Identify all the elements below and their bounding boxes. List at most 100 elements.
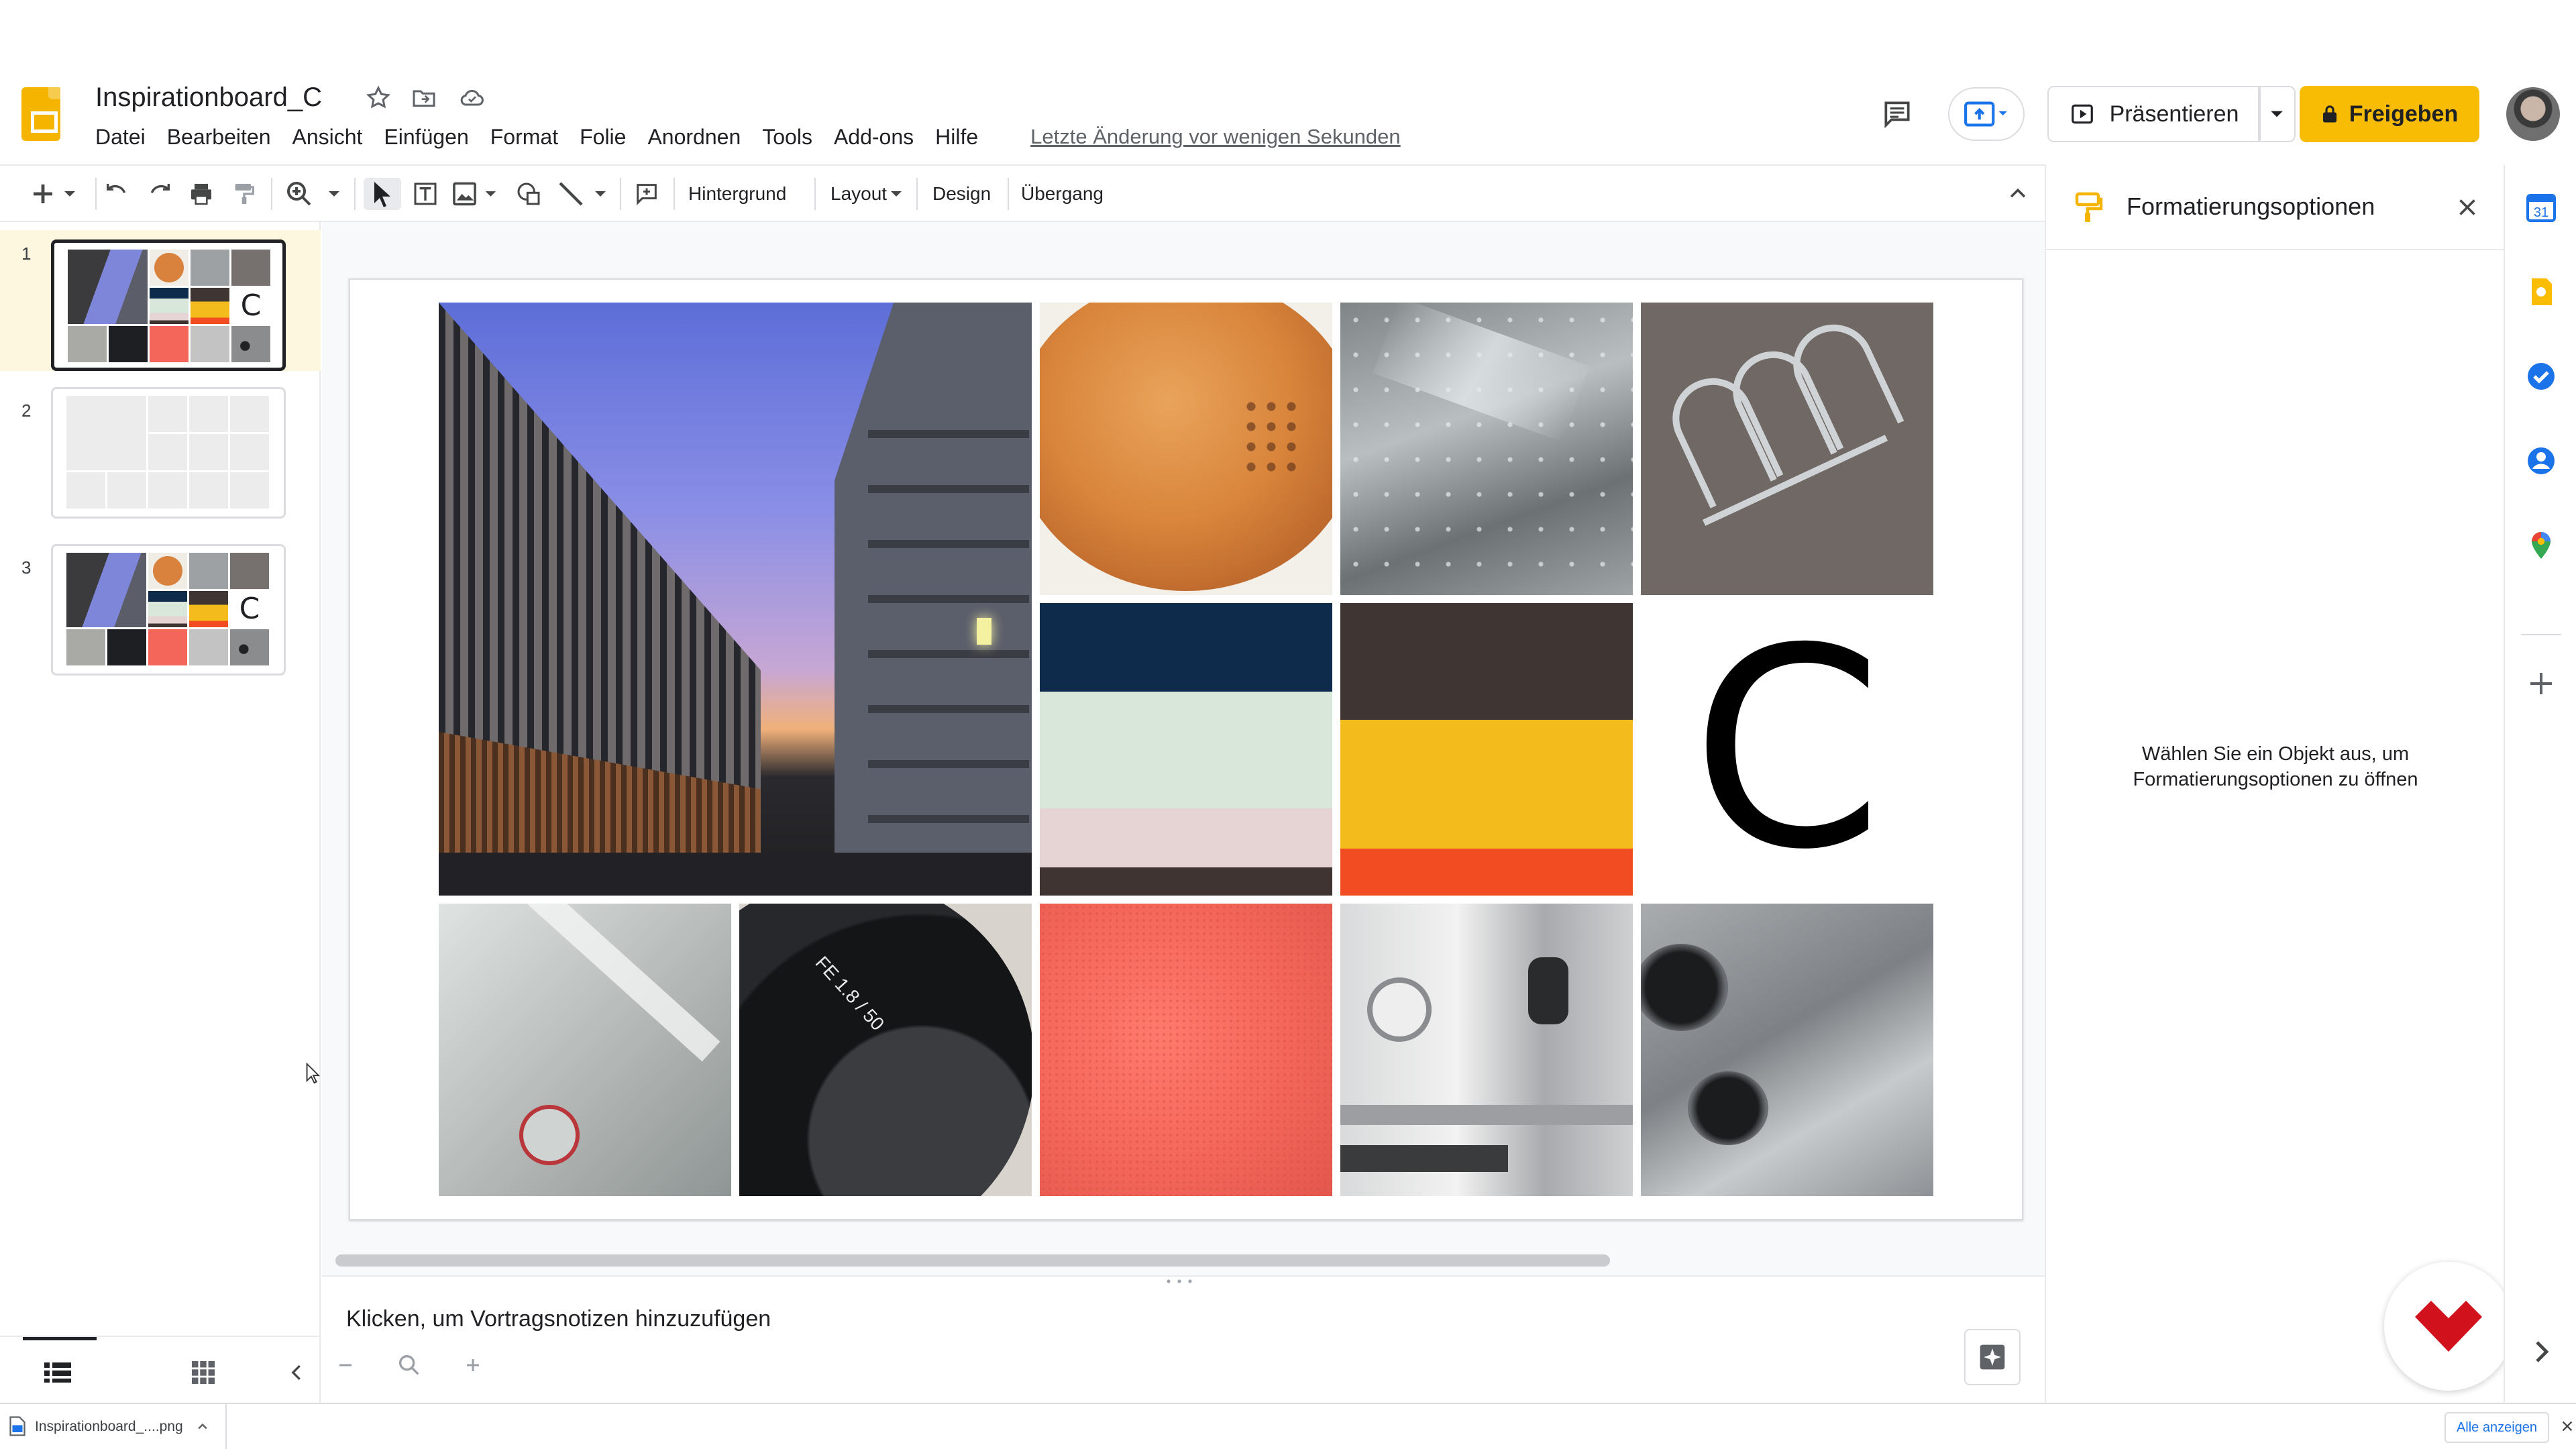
design-button[interactable]: Design	[932, 178, 991, 210]
last-edit-link[interactable]: Letzte Änderung vor wenigen Sekunden	[1030, 125, 1401, 149]
menu-einfuegen[interactable]: Einfügen	[384, 125, 468, 150]
menu-datei[interactable]: Datei	[95, 125, 146, 150]
explore-button[interactable]	[1964, 1329, 2021, 1385]
present-options-dropdown[interactable]	[2258, 86, 2296, 142]
layout-button[interactable]: Layout	[830, 178, 903, 210]
horizontal-scrollbar[interactable]	[335, 1254, 1610, 1267]
share-button[interactable]: Freigeben	[2300, 86, 2479, 142]
zoom-magnifier-icon[interactable]	[396, 1352, 423, 1379]
photo-acrylic-part[interactable]	[439, 904, 731, 1196]
keep-notes-icon[interactable]	[2525, 276, 2557, 308]
menu-ansicht[interactable]: Ansicht	[292, 125, 362, 150]
photo-red-foam[interactable]	[1040, 904, 1332, 1196]
photo-metal-plate[interactable]	[1641, 904, 1933, 1196]
letter-tile[interactable]: C	[1641, 603, 1933, 896]
thumbnail-collage: C	[68, 250, 272, 362]
plus-icon	[34, 184, 75, 203]
photo-bike-rack[interactable]	[1641, 303, 1933, 595]
tasks-icon[interactable]	[2525, 360, 2557, 392]
comment-history-button[interactable]	[1877, 94, 1917, 134]
new-slide-button[interactable]	[24, 178, 89, 210]
slide-thumbnail-2[interactable]	[51, 387, 286, 519]
chevron-up-icon[interactable]	[196, 1420, 209, 1434]
slide-thumbnail-row-1[interactable]: 1 C	[0, 230, 321, 371]
grid-view-icon[interactable]	[192, 1361, 215, 1384]
palette-swatch	[1340, 849, 1633, 896]
photo-coffee-crema[interactable]	[1040, 303, 1332, 595]
photo-building-street[interactable]	[439, 303, 1032, 896]
slides-logo-icon[interactable]	[21, 87, 60, 141]
expand-rail-chevron-icon[interactable]	[2525, 1336, 2557, 1368]
menu-add-ons[interactable]: Add-ons	[834, 125, 914, 150]
cloud-saved-icon[interactable]	[459, 85, 486, 111]
add-comment-button[interactable]	[628, 178, 665, 210]
present-button[interactable]: Präsentieren	[2047, 86, 2261, 142]
menu-bearbeiten[interactable]: Bearbeiten	[167, 125, 271, 150]
print-icon	[191, 184, 211, 205]
collapse-menus-button[interactable]	[2002, 178, 2034, 210]
account-avatar[interactable]	[2506, 87, 2560, 141]
slide-canvas-area: C FE 1.8 / 50	[322, 222, 2045, 1275]
show-all-downloads-button[interactable]: Alle anzeigen	[2445, 1412, 2549, 1443]
color-palette-navy-mint-rose[interactable]	[1040, 603, 1332, 896]
insert-image-button[interactable]	[449, 178, 503, 210]
photo-espresso-machine[interactable]	[1340, 904, 1633, 1196]
document-title[interactable]: Inspirationboard_C	[95, 80, 322, 114]
maps-pin-icon[interactable]	[2525, 529, 2557, 561]
cursor-arrow-icon	[374, 182, 390, 207]
shape-tool[interactable]	[510, 178, 547, 210]
print-button[interactable]	[184, 178, 219, 210]
calendar-icon[interactable]: 31	[2525, 191, 2557, 223]
menu-anordnen[interactable]: Anordnen	[647, 125, 741, 150]
mouse-cursor-icon	[306, 1063, 321, 1084]
chevron-up-icon	[2010, 188, 2026, 198]
move-folder-icon[interactable]	[411, 85, 437, 111]
floating-action-button[interactable]	[2384, 1262, 2513, 1391]
color-palette-brown-yellow-orange[interactable]	[1340, 603, 1633, 896]
close-icon[interactable]	[2560, 1417, 2575, 1435]
slide-thumbnail-1[interactable]: C	[51, 239, 286, 371]
speaker-notes[interactable]: Klicken, um Vortragsnotizen hinzuzufügen	[322, 1275, 2045, 1403]
zoom-in-icon[interactable]	[463, 1355, 483, 1375]
filmstrip-view-icon[interactable]	[44, 1361, 71, 1384]
photo-camera-lens[interactable]: FE 1.8 / 50	[739, 904, 1032, 1196]
toolbar: Hintergrund Layout Design Übergang	[0, 164, 2045, 222]
slide-thumbnail-3[interactable]: C	[51, 544, 286, 676]
photo-transparent-plastic[interactable]	[1340, 303, 1633, 595]
resize-handle[interactable]	[1163, 1279, 1195, 1283]
select-tool[interactable]	[364, 178, 401, 210]
palette-swatch	[1040, 808, 1332, 867]
current-slide[interactable]: C FE 1.8 / 50	[349, 278, 2023, 1220]
menu-hilfe[interactable]: Hilfe	[935, 125, 978, 150]
text-box-tool[interactable]	[408, 178, 443, 210]
add-comment-icon	[637, 184, 657, 205]
undo-button[interactable]	[99, 178, 134, 210]
contacts-icon[interactable]	[2525, 445, 2557, 477]
redo-button[interactable]	[142, 178, 177, 210]
explore-sparkle-icon	[1980, 1344, 2005, 1370]
menu-tools[interactable]: Tools	[762, 125, 812, 150]
close-icon[interactable]	[2455, 195, 2479, 219]
collapse-filmstrip-chevron-icon[interactable]	[287, 1362, 307, 1383]
meet-present-button[interactable]	[1948, 87, 2025, 141]
zoom-button[interactable]	[280, 178, 347, 210]
star-icon[interactable]	[365, 85, 392, 111]
background-button[interactable]: Hintergrund	[688, 178, 786, 210]
slide-thumbnail-row-3[interactable]: 3 C	[0, 544, 321, 685]
menu-folie[interactable]: Folie	[580, 125, 626, 150]
download-item[interactable]: Inspirationboard_....png	[0, 1404, 227, 1449]
zoom-out-icon[interactable]	[335, 1355, 356, 1375]
transition-button[interactable]: Übergang	[1021, 178, 1104, 210]
menu-format[interactable]: Format	[490, 125, 558, 150]
notes-placeholder[interactable]: Klicken, um Vortragsnotizen hinzuzufügen	[346, 1306, 771, 1332]
shape-icon	[517, 182, 540, 205]
thumbnail-placeholder-grid	[66, 396, 270, 508]
slide-thumbnail-row-2[interactable]: 2	[0, 387, 321, 528]
get-addons-plus-icon[interactable]	[2525, 667, 2557, 700]
line-tool[interactable]	[554, 178, 612, 210]
zoom-controls	[335, 1348, 483, 1382]
filmstrip-view-controls	[0, 1336, 321, 1403]
paint-format-button[interactable]	[227, 178, 262, 210]
download-file-name: Inspirationboard_....png	[35, 1419, 183, 1434]
palette-swatch	[1340, 720, 1633, 849]
